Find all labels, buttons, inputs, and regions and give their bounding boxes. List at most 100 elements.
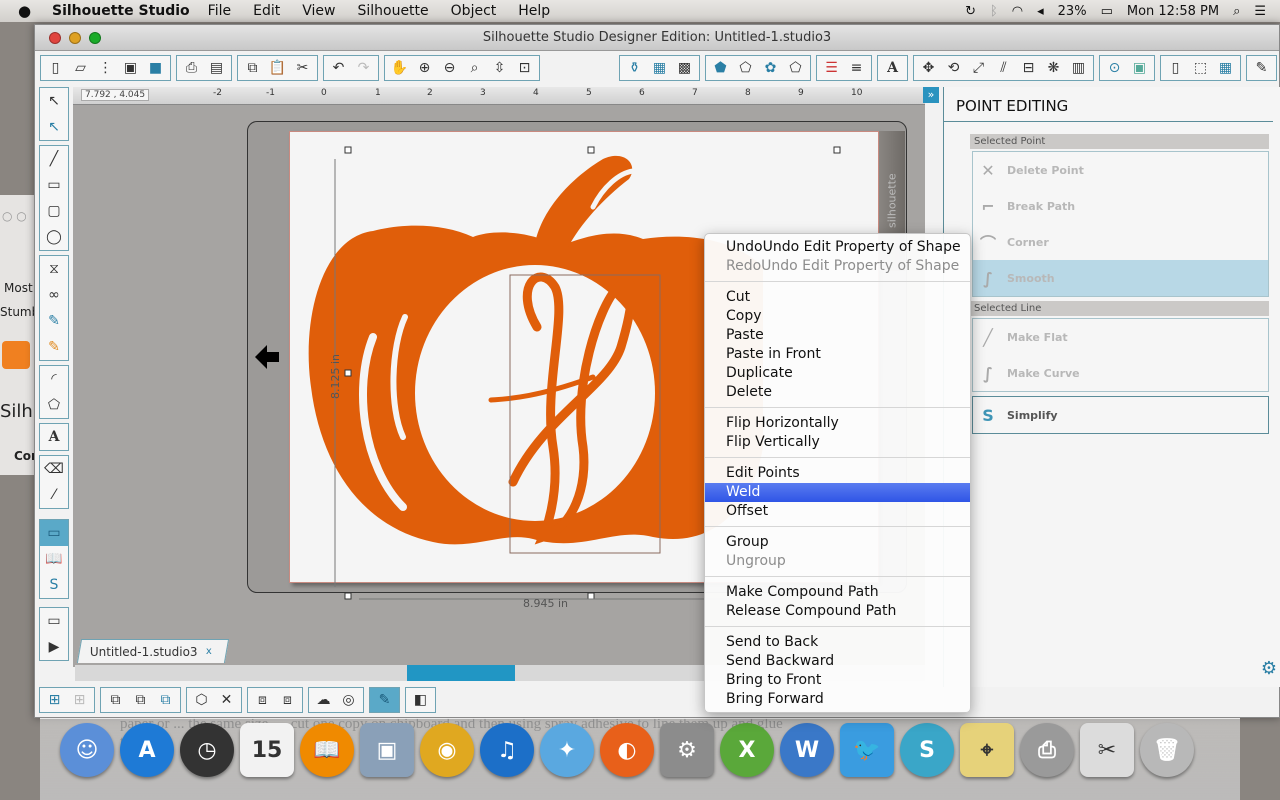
- wifi-icon[interactable]: ◠: [1012, 4, 1023, 19]
- resize-handle[interactable]: [833, 146, 841, 154]
- dock-app-store-icon[interactable]: A: [120, 723, 174, 777]
- collapse-panel-button[interactable]: »: [923, 87, 939, 103]
- dock-grab-icon[interactable]: ✂: [1080, 723, 1134, 777]
- line-width-icon[interactable]: ☰: [819, 57, 844, 79]
- duplicate-icon[interactable]: ⬡: [189, 689, 214, 711]
- resize-handle[interactable]: [344, 592, 352, 600]
- open-icon[interactable]: ▱: [68, 57, 93, 79]
- menu-item-offset[interactable]: Offset: [705, 502, 970, 521]
- close-window-button[interactable]: [49, 31, 61, 44]
- cut-icon[interactable]: ✂: [290, 57, 315, 79]
- smooth-button[interactable]: ∫ Smooth: [973, 260, 1268, 296]
- polygon-tool-icon[interactable]: ⧖: [40, 256, 68, 282]
- menu-item-release-compound-path[interactable]: Release Compound Path: [705, 602, 970, 621]
- new-document-icon[interactable]: ▯: [43, 57, 68, 79]
- dock-word-icon[interactable]: W: [780, 723, 834, 777]
- library-view-icon[interactable]: 📖: [40, 546, 68, 572]
- fill-pattern-icon[interactable]: ▩: [672, 57, 697, 79]
- offset-icon[interactable]: ◎: [336, 689, 361, 711]
- line-tool-icon[interactable]: ╱: [40, 146, 68, 172]
- menu-item-ungroup[interactable]: Ungroup: [705, 552, 970, 571]
- bookmark-most[interactable]: Most: [4, 281, 33, 295]
- battery-percent[interactable]: 23%: [1058, 4, 1087, 19]
- select-tool-icon[interactable]: ↖: [40, 88, 68, 114]
- dock-system-preferences-icon[interactable]: ⚙: [660, 723, 714, 777]
- move-icon[interactable]: ✥: [916, 57, 941, 79]
- trace-icon[interactable]: ⊙: [1102, 57, 1127, 79]
- open-library-icon[interactable]: ⋮: [93, 57, 118, 79]
- menu-item-paste-in-front[interactable]: Paste in Front: [705, 345, 970, 364]
- menu-item-bring-forward[interactable]: Bring Forward: [705, 690, 970, 709]
- save-icon[interactable]: ▣: [118, 57, 143, 79]
- menu-item-bring-to-front[interactable]: Bring to Front: [705, 671, 970, 690]
- make-compound-path-icon[interactable]: ⧉: [103, 689, 128, 711]
- dock-printer-icon[interactable]: ⎙: [1020, 723, 1074, 777]
- align-icon[interactable]: ⊟: [1016, 57, 1041, 79]
- offset-line-icon[interactable]: ⬠: [783, 57, 808, 79]
- eraser-icon[interactable]: ✎: [1249, 57, 1274, 79]
- battery-icon[interactable]: ▭: [1101, 4, 1113, 19]
- apple-menu-icon[interactable]: ●: [18, 2, 38, 20]
- eraser-tool-icon[interactable]: ⌫: [40, 456, 68, 482]
- menu-help[interactable]: Help: [518, 3, 550, 19]
- resize-handle[interactable]: [587, 592, 595, 600]
- menu-item-delete[interactable]: Delete: [705, 383, 970, 402]
- bluetooth-icon[interactable]: ᛒ: [990, 4, 998, 19]
- menu-item-copy[interactable]: Copy: [705, 307, 970, 326]
- shear-icon[interactable]: ⫽: [991, 57, 1016, 79]
- dock-excel-icon[interactable]: X: [720, 723, 774, 777]
- notification-center-icon[interactable]: ☰: [1254, 4, 1266, 19]
- resize-handle[interactable]: [344, 369, 352, 377]
- design-view-icon[interactable]: ▭: [40, 520, 68, 546]
- paste-icon[interactable]: 📋: [265, 57, 290, 79]
- menu-item-weld[interactable]: Weld: [705, 483, 970, 502]
- make-curve-button[interactable]: ∫ Make Curve: [973, 355, 1268, 391]
- menu-item-send-backward[interactable]: Send Backward: [705, 652, 970, 671]
- print-icon[interactable]: ⎙: [179, 57, 204, 79]
- ellipse-tool-icon[interactable]: ◯: [40, 224, 68, 250]
- dock-itunes-icon[interactable]: ♫: [480, 723, 534, 777]
- line-pattern-icon[interactable]: ≡: [844, 57, 869, 79]
- zoom-select-icon[interactable]: ⌕: [462, 57, 487, 79]
- bookmark-stumble[interactable]: Stumbl: [0, 305, 34, 319]
- volume-icon[interactable]: ◂: [1037, 4, 1044, 19]
- resize-handle[interactable]: [587, 146, 595, 154]
- send-to-back-icon[interactable]: ⧈: [275, 689, 300, 711]
- copy-icon[interactable]: ⧉: [240, 57, 265, 79]
- settings-gear-icon[interactable]: ⚙: [1261, 658, 1277, 679]
- freehand-tool-icon[interactable]: ✎: [40, 308, 68, 334]
- dock-silhouette-studio-icon[interactable]: S: [900, 723, 954, 777]
- knife-tool-icon[interactable]: ⁄: [40, 482, 68, 508]
- clock[interactable]: Mon 12:58 PM: [1127, 4, 1219, 19]
- dock-safari-icon[interactable]: ✦: [540, 723, 594, 777]
- menu-item-edit-points[interactable]: Edit Points: [705, 464, 970, 483]
- compound-path-icon[interactable]: ⧉: [153, 689, 178, 711]
- fill-color-icon[interactable]: ⚱: [622, 57, 647, 79]
- zoom-out-icon[interactable]: ⊖: [437, 57, 462, 79]
- delete-icon[interactable]: ✕: [214, 689, 239, 711]
- menu-item-duplicate[interactable]: Duplicate: [705, 364, 970, 383]
- bring-to-front-icon[interactable]: ⧈: [250, 689, 275, 711]
- menu-item-flip-horizontally[interactable]: Flip Horizontally: [705, 414, 970, 433]
- break-path-button[interactable]: ⌐ Break Path: [973, 188, 1268, 224]
- group-icon[interactable]: ⊞: [42, 689, 67, 711]
- menu-item-group[interactable]: Group: [705, 533, 970, 552]
- delete-point-button[interactable]: ✕ Delete Point: [973, 152, 1268, 188]
- modify-icon[interactable]: ▥: [1066, 57, 1091, 79]
- resize-handle[interactable]: [344, 146, 352, 154]
- time-machine-icon[interactable]: ↻: [965, 4, 976, 19]
- menu-item-cut[interactable]: Cut: [705, 288, 970, 307]
- release-compound-path-icon[interactable]: ⧉: [128, 689, 153, 711]
- scale-icon[interactable]: ⤢: [966, 57, 991, 79]
- menu-item-undoundo-edit-property-of-shape[interactable]: UndoUndo Edit Property of Shape: [705, 238, 970, 257]
- page-setup-icon[interactable]: ▯: [1163, 57, 1188, 79]
- replicate-icon[interactable]: ❋: [1041, 57, 1066, 79]
- dock-maps-icon[interactable]: ⌖: [960, 723, 1014, 777]
- text-tool-icon[interactable]: A: [40, 424, 68, 450]
- fill-tile-icon[interactable]: ▣: [1127, 57, 1152, 79]
- save-to-library-icon[interactable]: ■: [143, 57, 168, 79]
- panel-window-icon[interactable]: ▭: [40, 608, 68, 634]
- ungroup-icon[interactable]: ⊞: [67, 689, 92, 711]
- minimize-window-button[interactable]: [69, 31, 81, 44]
- dock-firefox-icon[interactable]: ◐: [600, 723, 654, 777]
